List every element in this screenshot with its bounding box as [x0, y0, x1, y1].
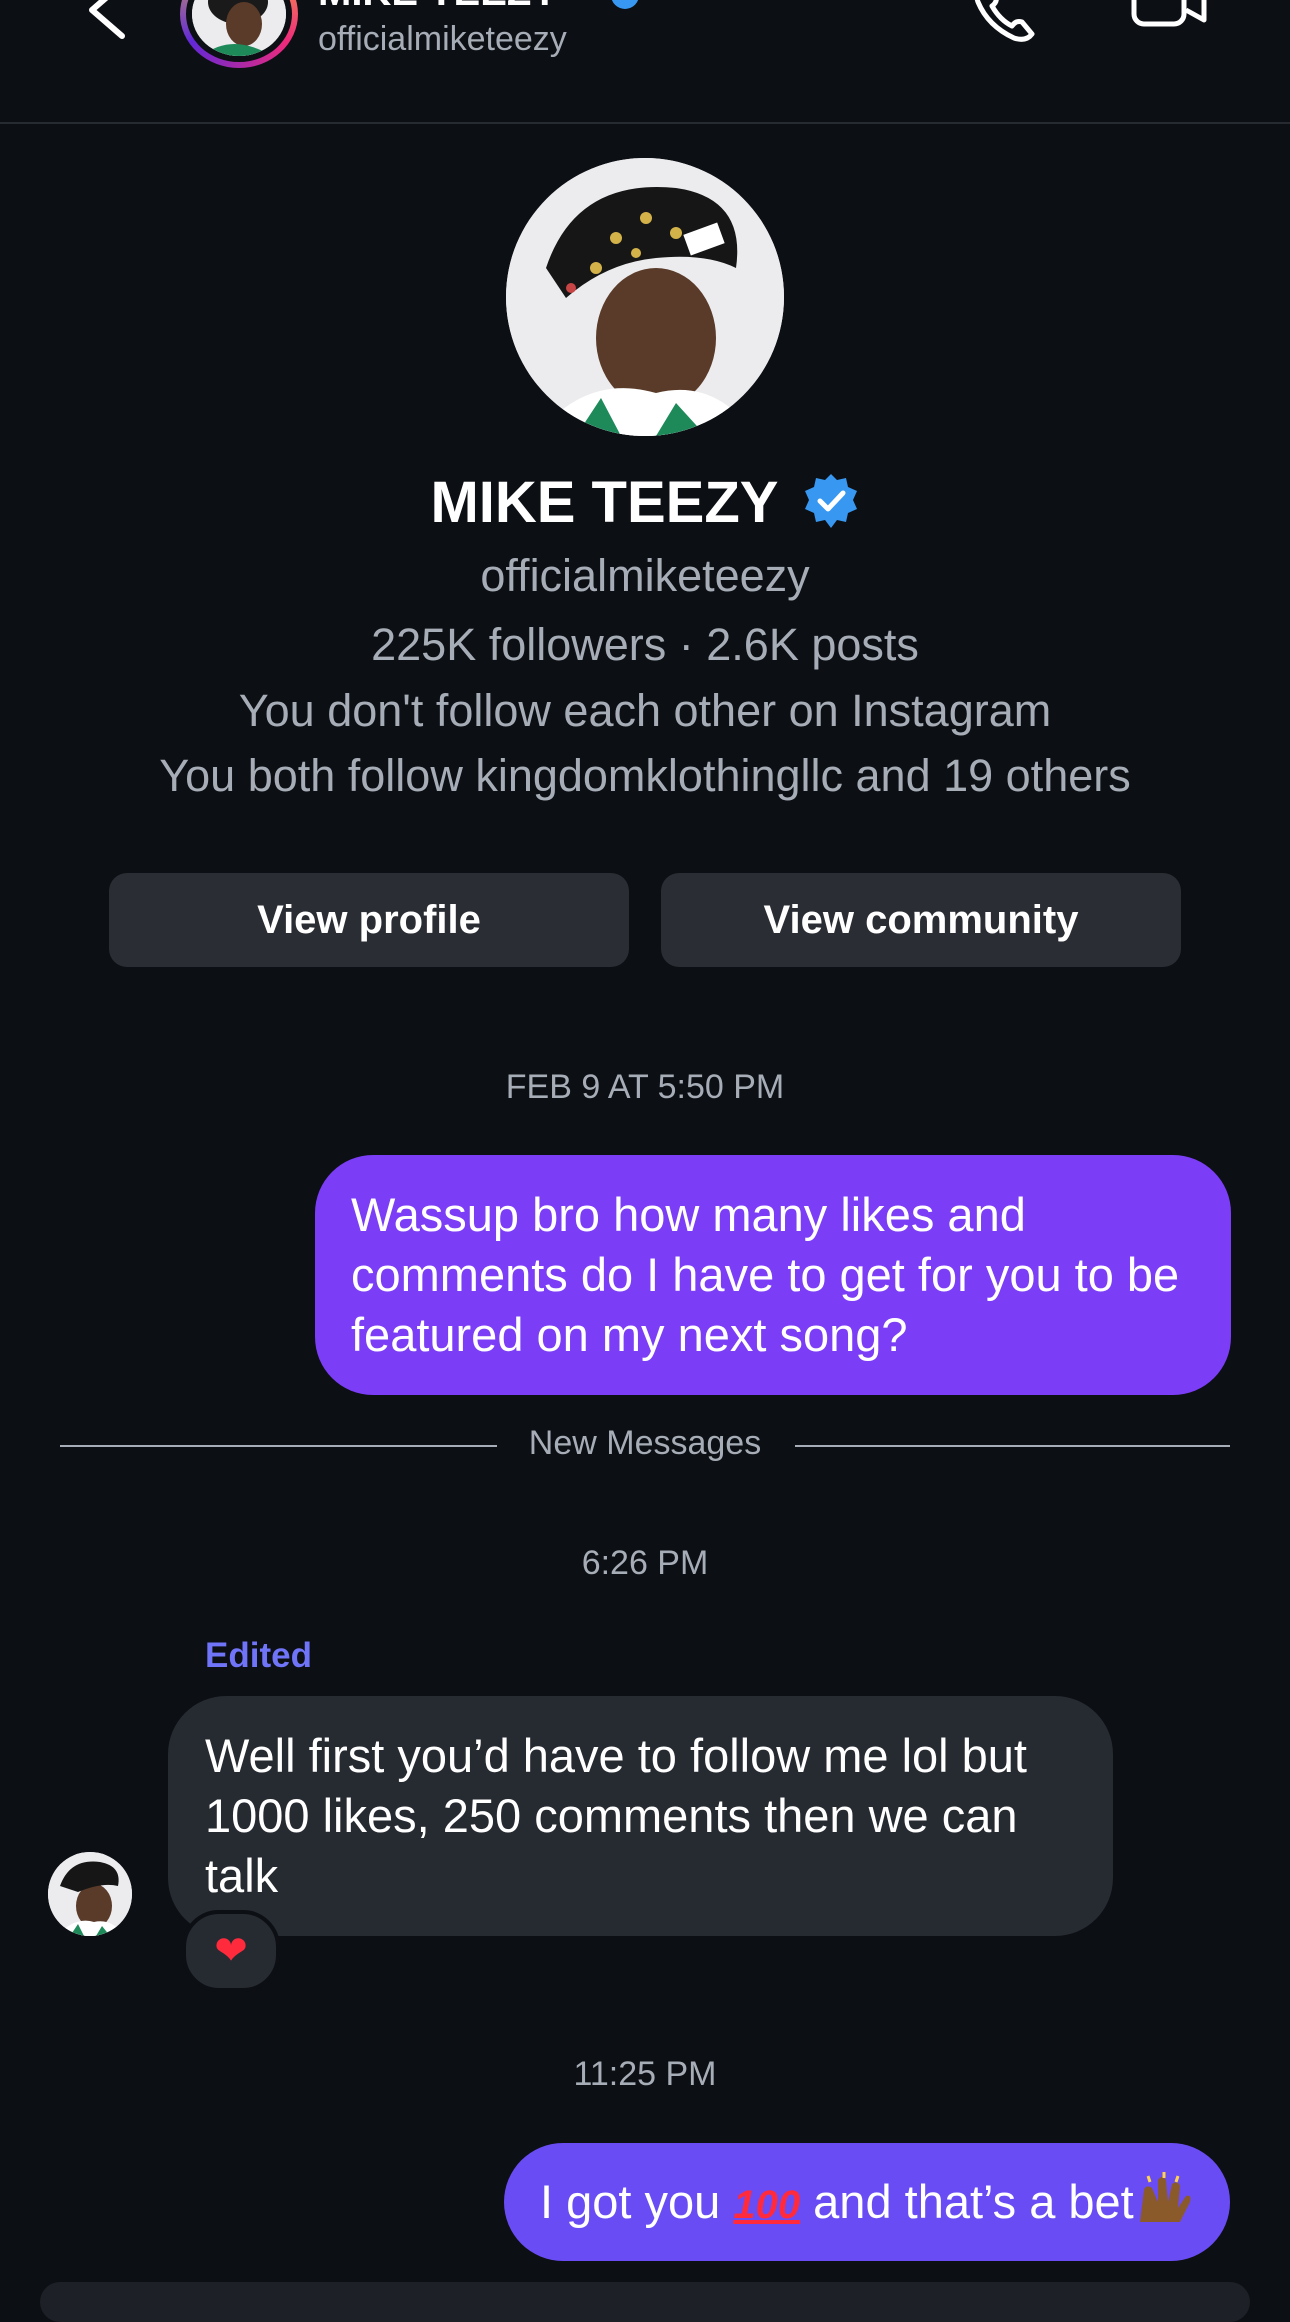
message-line: comments do I have to get for you to be: [351, 1248, 1180, 1301]
message-line: featured on my next song?: [351, 1308, 908, 1361]
follow-status: You don't follow each other on Instagram: [238, 685, 1052, 736]
mutual-followers: You both follow kingdomklothingllc and 1…: [159, 750, 1131, 801]
verified-badge-icon: [804, 474, 857, 528]
new-messages-label: New Messages: [528, 1424, 762, 1462]
message-line: Wassup bro how many likes and: [351, 1188, 1026, 1241]
message-composer-edge: [40, 2282, 1250, 2322]
profile-name-text: MIKE TEEZY: [430, 470, 778, 535]
outgoing-message-bubble[interactable]: Wassup bro how many likes and comments d…: [315, 1155, 1231, 1395]
video-camera-icon[interactable]: [1130, 0, 1210, 44]
edited-label[interactable]: Edited: [205, 1636, 312, 1676]
profile-stats: 225K followers · 2.6K posts: [371, 619, 919, 670]
message-text: and that’s a bet: [813, 2175, 1134, 2228]
phone-call-icon[interactable]: [970, 0, 1040, 44]
message-line: Well first you’d have to follow me lol b…: [205, 1729, 1027, 1782]
chat-header: MIKE TEEZY officialmiketeezy: [0, 0, 1290, 124]
message-text: I got you: [540, 2175, 721, 2228]
view-community-button[interactable]: View community: [661, 873, 1181, 967]
back-chevron-icon[interactable]: [82, 0, 134, 40]
view-profile-button[interactable]: View profile: [109, 873, 629, 967]
divider-right: [795, 1445, 1230, 1447]
message-line: 1000 likes, 250 comments then we can: [205, 1789, 1018, 1842]
heart-reaction-icon[interactable]: ❤: [182, 1910, 280, 1992]
timestamp: 11:25 PM: [573, 2055, 717, 2093]
raised-hands-emoji: [1139, 2172, 1191, 2222]
profile-username: officialmiketeezy: [480, 550, 810, 601]
profile-name: MIKE TEEZY: [0, 468, 1290, 538]
timestamp: FEB 9 AT 5:50 PM: [505, 1068, 785, 1106]
sender-avatar[interactable]: [48, 1852, 132, 1936]
outgoing-message-bubble[interactable]: I got you 100 and that’s a bet: [504, 2143, 1230, 2261]
incoming-message-bubble[interactable]: Well first you’d have to follow me lol b…: [168, 1696, 1113, 1936]
hundred-points-emoji: 100: [733, 2183, 801, 2227]
header-username[interactable]: officialmiketeezy: [318, 20, 567, 59]
header-title[interactable]: MIKE TEEZY: [318, 0, 558, 15]
header-avatar[interactable]: [180, 0, 298, 68]
message-line: talk: [205, 1849, 279, 1902]
timestamp: 6:26 PM: [581, 1544, 709, 1582]
verified-badge-icon: [611, 0, 639, 9]
profile-avatar[interactable]: [506, 158, 784, 436]
